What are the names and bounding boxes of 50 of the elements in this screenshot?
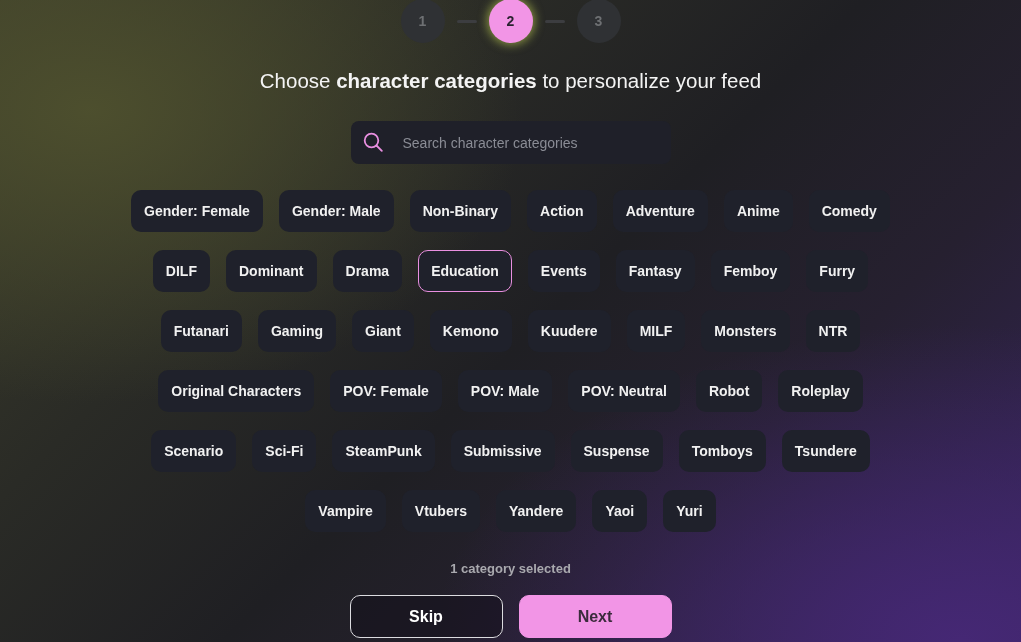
category-chip[interactable]: Femboy — [710, 250, 791, 292]
next-button[interactable]: Next — [518, 595, 672, 638]
category-chip[interactable]: Yaoi — [592, 490, 648, 532]
category-chip[interactable]: Yandere — [495, 490, 577, 532]
category-chip[interactable]: Tomboys — [678, 430, 766, 472]
step-indicator: 2 — [488, 0, 533, 43]
category-chip[interactable]: MILF — [626, 310, 686, 352]
category-chip[interactable]: Vtubers — [401, 490, 480, 532]
category-chip[interactable]: Non-Binary — [409, 190, 512, 232]
category-chip[interactable]: POV: Female — [330, 370, 442, 412]
category-chip[interactable]: Gender: Male — [278, 190, 394, 232]
category-chip[interactable]: Drama — [332, 250, 403, 292]
category-chip[interactable]: POV: Neutral — [568, 370, 680, 412]
category-chip[interactable]: Anime — [723, 190, 793, 232]
search-icon — [362, 132, 383, 152]
category-chip[interactable]: Kuudere — [527, 310, 611, 352]
category-chip[interactable]: Gaming — [257, 310, 337, 352]
category-chip[interactable]: Roleplay — [778, 370, 863, 412]
category-chip[interactable]: Submissive — [450, 430, 555, 472]
category-chip[interactable]: Tsundere — [781, 430, 870, 472]
page-heading: Choose character categories to personalize your feed — [259, 68, 762, 94]
step-indicator: 1 — [400, 0, 445, 43]
category-chip[interactable]: Events — [527, 250, 600, 292]
category-chip[interactable]: Giant — [352, 310, 414, 352]
category-chip[interactable]: Comedy — [808, 190, 890, 232]
category-chip[interactable]: Robot — [695, 370, 763, 412]
category-chip[interactable]: Kemono — [429, 310, 512, 352]
category-chip[interactable]: Monsters — [701, 310, 790, 352]
category-chip[interactable]: Vampire — [305, 490, 386, 532]
category-chip[interactable]: Furry — [806, 250, 869, 292]
category-chip[interactable]: Sci-Fi — [252, 430, 317, 472]
category-chip[interactable]: Education — [418, 250, 512, 292]
search-field[interactable]: Search character categories — [350, 121, 671, 164]
category-chip[interactable]: Action — [527, 190, 597, 232]
category-chip[interactable]: SteamPunk — [332, 430, 435, 472]
category-chip[interactable]: Scenario — [151, 430, 237, 472]
category-chip[interactable]: Futanari — [160, 310, 242, 352]
skip-button[interactable]: Skip — [349, 595, 503, 638]
category-chip[interactable]: Original Characters — [158, 370, 315, 412]
category-chip[interactable]: Yuri — [663, 490, 716, 532]
category-chip[interactable]: POV: Male — [457, 370, 553, 412]
category-chip[interactable]: DILF — [152, 250, 210, 292]
step-indicator: 3 — [576, 0, 621, 43]
category-chip[interactable]: NTR — [805, 310, 861, 352]
category-chip[interactable]: Gender: Female — [131, 190, 263, 232]
category-chip[interactable]: Suspense — [570, 430, 663, 472]
category-chip[interactable]: Fantasy — [615, 250, 695, 292]
category-chip[interactable]: Adventure — [612, 190, 708, 232]
category-chip[interactable]: Dominant — [225, 250, 317, 292]
selection-count: 1 category selected — [450, 561, 571, 576]
